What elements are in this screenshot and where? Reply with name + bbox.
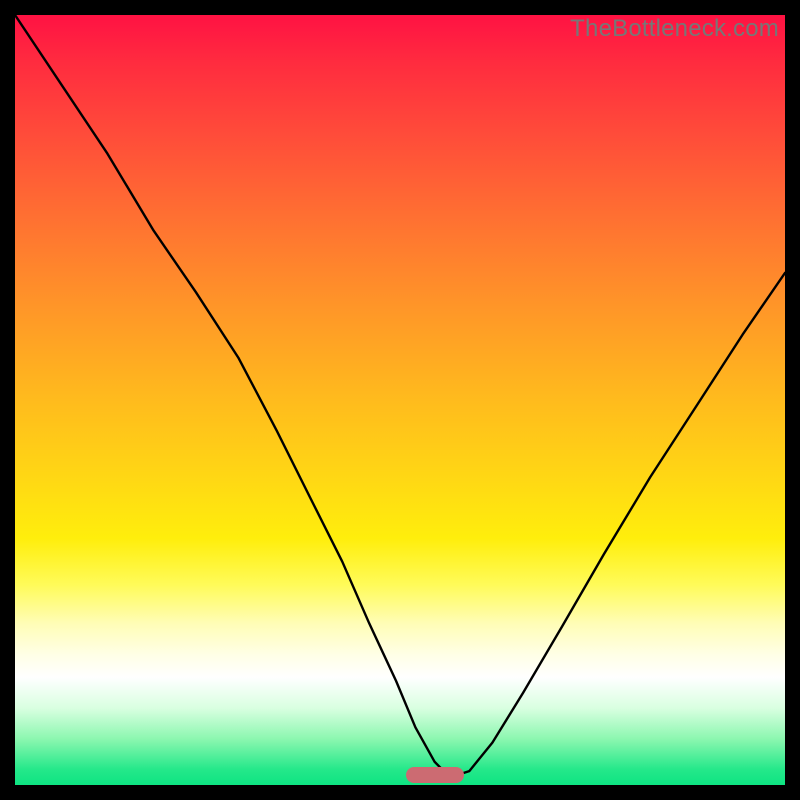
chart-plot-area: TheBottleneck.com	[15, 15, 785, 785]
watermark-text: TheBottleneck.com	[570, 15, 779, 43]
optimal-region-marker	[406, 767, 464, 783]
chart-frame: TheBottleneck.com	[0, 0, 800, 800]
bottleneck-curve	[15, 15, 785, 785]
curve-path	[15, 15, 785, 777]
